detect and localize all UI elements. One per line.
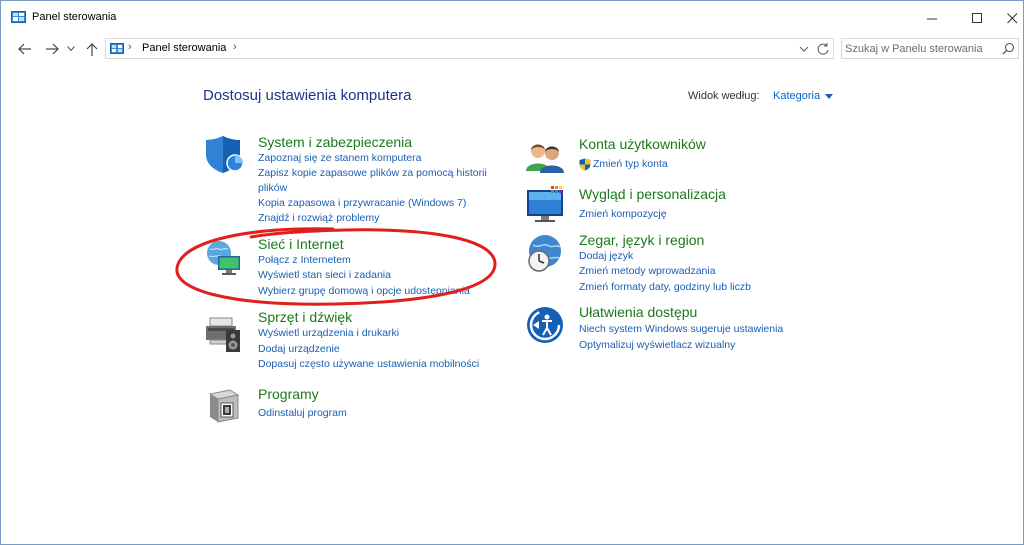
link-add-language[interactable]: Dodaj język xyxy=(579,250,633,262)
programs-box-icon[interactable] xyxy=(204,386,244,426)
link-backup-restore[interactable]: Kopia zapasowa i przywracanie (Windows 7… xyxy=(258,197,466,209)
view-by-dropdown[interactable]: Kategoria xyxy=(773,90,834,102)
link-file-history[interactable]: Zapisz kopie zapasowe plików za pomocą h… xyxy=(258,167,487,179)
link-network-status[interactable]: Wyświetl stan sieci i zadania xyxy=(258,269,391,281)
maximize-icon xyxy=(971,12,982,23)
link-file-history-cont[interactable]: plików xyxy=(258,182,287,194)
security-shield-icon[interactable] xyxy=(204,134,244,174)
minimize-icon xyxy=(926,18,937,19)
link-connect-internet[interactable]: Połącz z Internetem xyxy=(258,254,351,266)
recent-locations-button[interactable] xyxy=(65,39,77,59)
monitor-colors-icon[interactable] xyxy=(525,184,565,224)
control-panel-icon xyxy=(11,11,26,23)
dropdown-arrow-icon xyxy=(825,93,834,99)
window-title: Panel sterowania xyxy=(32,11,117,23)
search-input[interactable] xyxy=(845,41,995,56)
link-optimize-visual-display[interactable]: Optymalizuj wyświetlacz wizualny xyxy=(579,339,735,351)
close-icon xyxy=(1006,12,1017,23)
link-troubleshoot[interactable]: Znajdź i rozwiąż problemy xyxy=(258,212,379,224)
control-panel-icon xyxy=(110,43,124,54)
chevron-down-icon xyxy=(67,46,75,52)
forward-arrow-icon xyxy=(46,43,59,55)
category-network-internet[interactable]: Sieć i Internet xyxy=(258,236,344,252)
link-devices-printers[interactable]: Wyświetl urządzenia i drukarki xyxy=(258,327,399,339)
link-uninstall-program[interactable]: Odinstaluj program xyxy=(258,407,347,419)
control-panel-window: Panel sterowania › Panel sterowania › Sz… xyxy=(0,0,1024,545)
navigation-bar: › Panel sterowania › xyxy=(1,37,1023,61)
category-system-security[interactable]: System i zabezpieczenia xyxy=(258,134,412,150)
minimize-button[interactable] xyxy=(909,1,955,35)
back-arrow-icon xyxy=(18,43,31,55)
view-by-label: Widok według: xyxy=(688,90,760,102)
category-ease-of-access[interactable]: Ułatwienia dostępu xyxy=(579,304,697,320)
search-box[interactable] xyxy=(841,38,1019,59)
category-programs[interactable]: Programy xyxy=(258,386,319,402)
view-by-value[interactable]: Kategoria xyxy=(773,90,820,102)
category-clock-language-region[interactable]: Zegar, język i region xyxy=(579,232,704,248)
close-button[interactable] xyxy=(989,1,1024,35)
refresh-icon[interactable] xyxy=(816,42,830,56)
link-review-status[interactable]: Zapoznaj się ze stanem komputera xyxy=(258,152,421,164)
printer-speaker-icon[interactable] xyxy=(204,314,244,354)
chevron-down-icon[interactable] xyxy=(798,43,810,55)
network-globe-icon[interactable] xyxy=(204,239,244,279)
category-appearance[interactable]: Wygląd i personalizacja xyxy=(579,186,726,202)
breadcrumb-control-panel[interactable]: Panel sterowania xyxy=(142,42,226,54)
forward-button[interactable] xyxy=(43,39,61,59)
link-add-device[interactable]: Dodaj urządzenie xyxy=(258,343,340,355)
link-change-theme[interactable]: Zmień kompozycję xyxy=(579,208,667,220)
link-change-account-type[interactable]: Zmień typ konta xyxy=(593,158,668,170)
link-homegroup-sharing[interactable]: Wybierz grupę domową i opcje udostępnian… xyxy=(258,285,470,297)
link-windows-suggest-settings[interactable]: Niech system Windows sugeruje ustawienia xyxy=(579,323,783,335)
breadcrumb-separator[interactable]: › xyxy=(128,41,132,53)
category-hardware-sound[interactable]: Sprzęt i dźwięk xyxy=(258,309,352,325)
uac-shield-icon xyxy=(579,158,591,171)
clock-globe-icon[interactable] xyxy=(525,233,565,273)
category-user-accounts[interactable]: Konta użytkowników xyxy=(579,136,706,152)
link-input-methods[interactable]: Zmień metody wprowadzania xyxy=(579,265,716,277)
link-date-time-formats[interactable]: Zmień formaty daty, godziny lub liczb xyxy=(579,281,751,293)
users-icon[interactable] xyxy=(525,137,565,177)
page-heading: Dostosuj ustawienia komputera xyxy=(203,87,412,104)
search-icon[interactable] xyxy=(1002,42,1015,55)
link-mobility-settings[interactable]: Dopasuj często używane ustawienia mobiln… xyxy=(258,358,479,370)
up-button[interactable] xyxy=(83,39,101,59)
breadcrumb-separator[interactable]: › xyxy=(233,41,237,53)
ease-of-access-icon[interactable] xyxy=(525,305,565,345)
up-arrow-icon xyxy=(86,42,98,56)
title-bar: Panel sterowania xyxy=(1,1,1023,35)
back-button[interactable] xyxy=(16,39,34,59)
address-bar[interactable]: › Panel sterowania › xyxy=(105,38,834,59)
